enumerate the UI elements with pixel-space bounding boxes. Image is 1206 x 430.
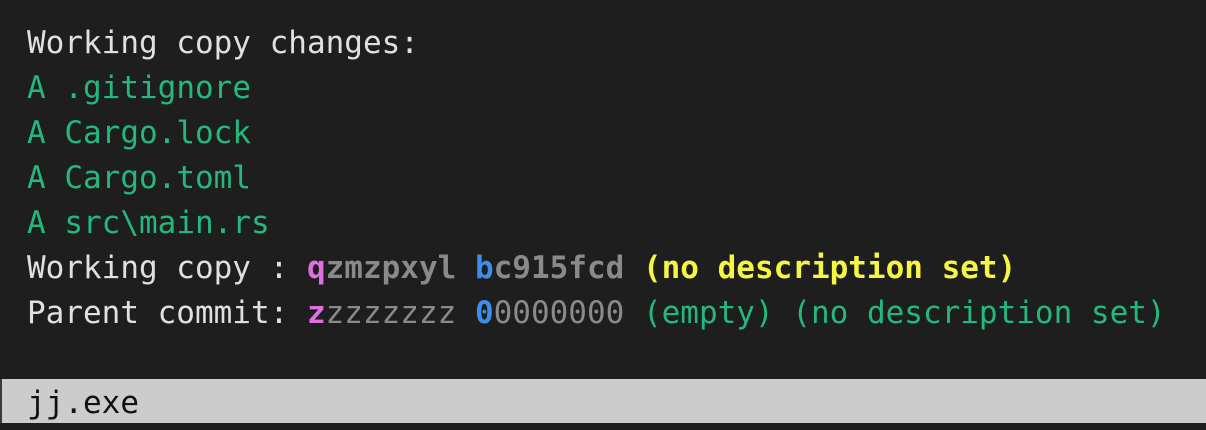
working-copy-change-id-rest: zmzpxyl [325, 250, 457, 286]
working-copy-label: Working copy : [27, 250, 307, 286]
parent-change-id-rest: zzzzzzz [325, 295, 457, 331]
change-path: src\main.rs [64, 205, 270, 241]
parent-commit-label: Parent commit: [27, 295, 307, 331]
terminal-output[interactable]: Working copy changes: A .gitignore A Car… [0, 0, 1206, 430]
parent-change-id-prefix: z [306, 295, 326, 331]
parent-description: (no description set) [792, 295, 1166, 331]
working-copy-commit-id-rest: c915fcd [493, 250, 625, 286]
change-status: A [27, 160, 46, 196]
change-path: Cargo.toml [64, 160, 251, 196]
working-copy-commit-id-prefix: b [474, 250, 494, 286]
changes-heading: Working copy changes: [27, 25, 419, 61]
change-status: A [27, 205, 46, 241]
change-path: Cargo.lock [64, 115, 251, 151]
parent-commit-id-prefix: 0 [474, 295, 494, 331]
change-line: A src\main.rs [27, 201, 270, 246]
change-status: A [27, 70, 46, 106]
change-line: A Cargo.lock [27, 111, 251, 156]
change-line: A Cargo.toml [27, 156, 251, 201]
parent-commit-line: Parent commit: zzzzzzzz 00000000 (empty)… [27, 291, 1166, 336]
change-status: A [27, 115, 46, 151]
parent-commit-id-rest: 0000000 [493, 295, 625, 331]
working-copy-change-id-prefix: q [306, 250, 326, 286]
window-title-bar[interactable]: jj.exe [0, 379, 1206, 423]
window-title: jj.exe [27, 385, 139, 421]
parent-empty-marker: (empty) [642, 295, 774, 331]
working-copy-description: (no description set) [642, 250, 1017, 286]
working-copy-line: Working copy : qzmzpxyl bc915fcd (no des… [27, 246, 1016, 291]
change-path: .gitignore [64, 70, 251, 106]
change-line: A .gitignore [27, 66, 251, 111]
